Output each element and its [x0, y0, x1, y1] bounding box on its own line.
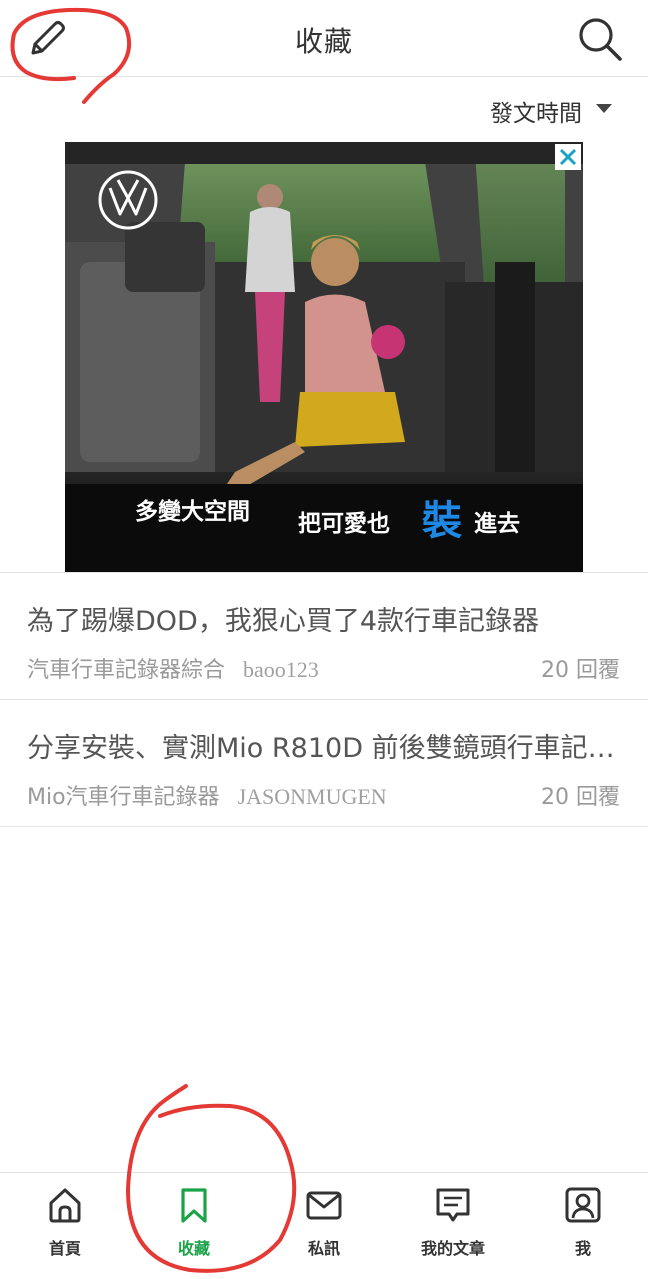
ad-caption-part2: 把可愛也: [298, 511, 390, 537]
bookmark-icon: [181, 1188, 207, 1223]
nav-profile-label: 我: [574, 1239, 591, 1258]
nav-home-label: 首頁: [48, 1239, 81, 1258]
ad-caption-highlight: 裝: [422, 498, 462, 544]
home-icon: [49, 1188, 81, 1223]
post-reply-count: 20 回覆: [541, 785, 620, 810]
article-icon: [436, 1188, 470, 1222]
search-icon: [579, 18, 622, 61]
close-icon: [559, 148, 577, 166]
sort-label: 發文時間: [490, 101, 582, 127]
caret-down-icon: [596, 104, 612, 113]
post-author: JASONMUGEN: [237, 784, 387, 809]
brand-logo: [98, 170, 158, 230]
nav-my-articles-label: 我的文章: [420, 1239, 485, 1258]
post-reply-count: 20 回覆: [541, 658, 620, 683]
post-item[interactable]: 為了踢爆DOD，我狠心買了4款行車記錄器 汽車行車記錄器綜合 baoo123 20…: [0, 573, 648, 700]
post-meta: 汽車行車記錄器綜合 baoo123: [27, 652, 319, 684]
nav-messages-label: 私訊: [307, 1239, 340, 1258]
page-title: 收藏: [294, 25, 353, 58]
search-button[interactable]: [574, 14, 626, 64]
post-title: 分享安裝、實測Mio R810D 前後雙鏡頭行車記錄器: [27, 733, 617, 764]
post-meta: Mio汽車行車記錄器 JASONMUGEN: [27, 779, 387, 811]
ad-caption: 多變大空間 把可愛也 裝 進去: [65, 484, 583, 572]
nav-bookmarks[interactable]: 收藏: [129, 1185, 259, 1265]
bottom-nav: 首頁 收藏 私訊 我的文章 我: [0, 1172, 648, 1279]
nav-my-articles[interactable]: 我的文章: [388, 1185, 518, 1265]
nav-messages[interactable]: 私訊: [259, 1185, 389, 1265]
top-bar: 收藏: [0, 0, 648, 77]
post-title: 為了踢爆DOD，我狠心買了4款行車記錄器: [27, 606, 540, 637]
mail-icon: [306, 1191, 342, 1220]
profile-icon: [565, 1187, 601, 1223]
post-forum: Mio汽車行車記錄器: [27, 785, 220, 810]
ad-banner[interactable]: 多變大空間 把可愛也 裝 進去: [65, 142, 583, 572]
nav-profile[interactable]: 我: [518, 1185, 648, 1265]
post-author: baoo123: [243, 657, 319, 682]
post-item[interactable]: 分享安裝、實測Mio R810D 前後雙鏡頭行車記錄器 Mio汽車行車記錄器 JA…: [0, 700, 648, 827]
sort-dropdown[interactable]: 發文時間: [0, 86, 648, 132]
ad-caption-part3: 進去: [474, 511, 520, 537]
nav-home[interactable]: 首頁: [0, 1185, 130, 1265]
ad-close-button[interactable]: [555, 144, 581, 170]
post-forum: 汽車行車記錄器綜合: [27, 658, 226, 683]
nav-bookmarks-label: 收藏: [177, 1239, 210, 1258]
ad-caption-part1: 多變大空間: [135, 499, 250, 525]
